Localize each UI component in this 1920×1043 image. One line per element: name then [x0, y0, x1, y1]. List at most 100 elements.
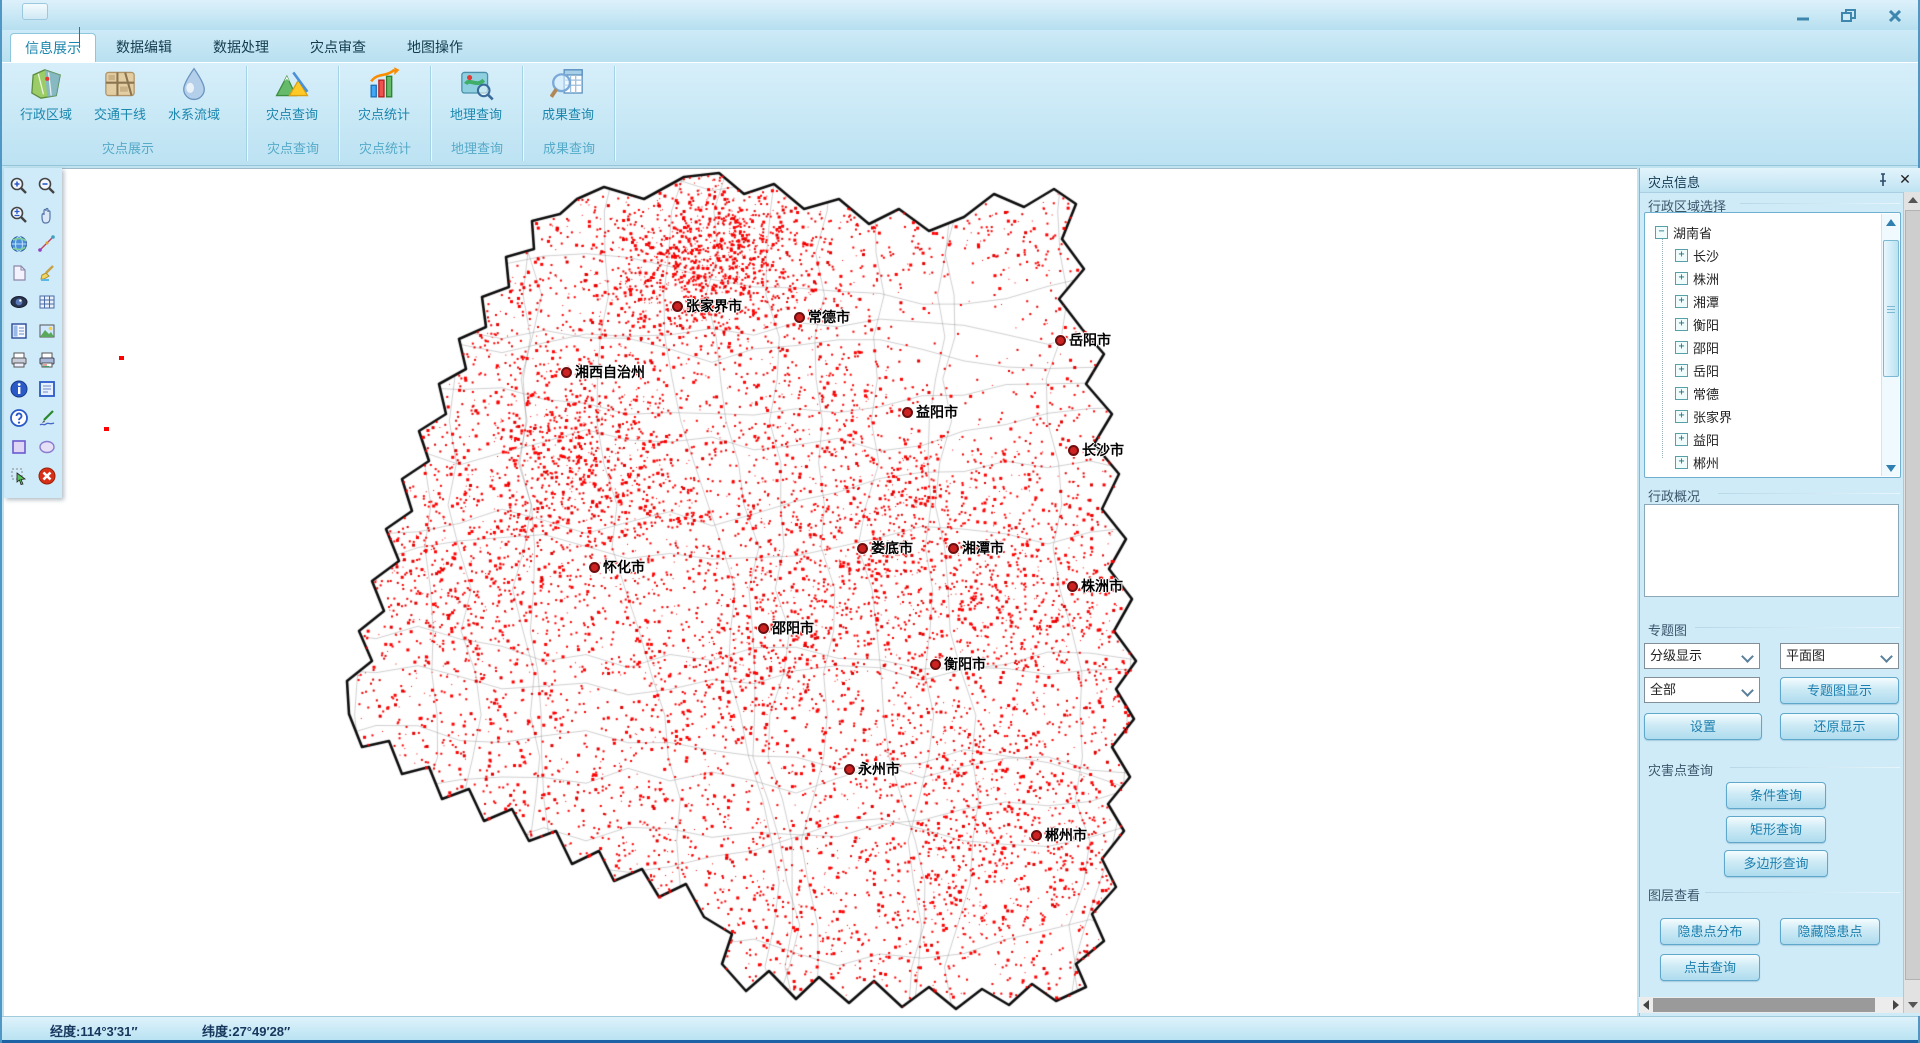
scroll-right-icon[interactable] — [1889, 997, 1903, 1013]
expand-icon[interactable]: + — [1675, 364, 1688, 377]
settings-button[interactable]: 设置 — [1644, 713, 1762, 740]
pan-tool[interactable] — [33, 200, 61, 229]
signature-pen-tool[interactable] — [33, 403, 61, 432]
ribbon-button-point-query[interactable]: 灾点查询 — [256, 64, 328, 138]
tree-node-root[interactable]: −湖南省 — [1655, 221, 1712, 243]
tree-node-city[interactable]: +邵阳 — [1675, 336, 1719, 358]
rect-select-tool[interactable] — [5, 432, 33, 461]
panel-vertical-scrollbar[interactable] — [1903, 192, 1920, 1013]
ribbon-button-geo-query[interactable]: 地理查询 — [440, 64, 512, 138]
ribbon-separator — [246, 66, 247, 161]
tab-data-process[interactable]: 数据处理 — [198, 33, 284, 62]
zoom-out-tool[interactable] — [33, 171, 61, 200]
tree-node-city[interactable]: +湘潭 — [1675, 290, 1719, 312]
map-type-combo[interactable]: 平面图 — [1780, 643, 1899, 669]
ribbon-button-label: 灾点统计 — [348, 104, 420, 123]
hazard-distribution-button[interactable]: 隐患点分布 — [1660, 918, 1760, 945]
image-export-tool[interactable] — [33, 316, 61, 345]
paint-brush-tool[interactable] — [33, 258, 61, 287]
ribbon-button-point-stats[interactable]: 灾点统计 — [348, 64, 420, 138]
scroll-down-icon[interactable] — [1882, 460, 1899, 476]
tree-node-city[interactable]: +岳阳 — [1675, 359, 1719, 381]
print-color-tool[interactable] — [33, 345, 61, 374]
collapse-icon[interactable]: − — [1655, 226, 1668, 239]
expand-icon[interactable]: + — [1675, 295, 1688, 308]
minimize-button[interactable] — [1788, 6, 1818, 26]
click-query-button[interactable]: 点击查询 — [1660, 954, 1760, 981]
tab-map-operate[interactable]: 地图操作 — [392, 33, 478, 62]
pointer-select-tool[interactable] — [5, 461, 33, 490]
level-display-combo[interactable]: 分级显示 — [1644, 643, 1760, 669]
thematic-show-button[interactable]: 专题图显示 — [1780, 677, 1899, 704]
city-marker-icon — [844, 764, 855, 775]
delete-tool[interactable] — [33, 461, 61, 490]
ribbon-button-result-query[interactable]: 成果查询 — [532, 64, 604, 138]
close-window-button[interactable] — [1880, 6, 1910, 26]
framed-window-tool[interactable] — [33, 374, 61, 403]
print-tool[interactable] — [5, 345, 33, 374]
overview-textbox[interactable] — [1644, 504, 1899, 597]
expand-icon[interactable]: + — [1675, 318, 1688, 331]
scope-combo[interactable]: 全部 — [1644, 677, 1760, 703]
tab-point-review[interactable]: 灾点审查 — [295, 33, 381, 62]
condition-query-button[interactable]: 条件查询 — [1726, 782, 1826, 809]
expand-icon[interactable]: + — [1675, 410, 1688, 423]
region-tree: −湖南省 +长沙 +株洲 +湘潭 +衡阳 +邵阳 +岳阳 +常德 +张家界 +益… — [1644, 212, 1901, 478]
reset-display-button[interactable]: 还原显示 — [1780, 713, 1899, 740]
help-tool[interactable] — [5, 403, 33, 432]
scroll-thumb[interactable] — [1883, 240, 1899, 377]
panel-horizontal-scrollbar[interactable] — [1639, 997, 1903, 1013]
bar-chart-icon — [366, 66, 402, 102]
eye-tool[interactable] — [5, 287, 33, 316]
tree-scrollbar[interactable] — [1881, 214, 1899, 476]
tree-node-city[interactable]: +郴州 — [1675, 451, 1719, 473]
title-bar — [2, 0, 1918, 30]
ribbon-button-traffic[interactable]: 交通干线 — [84, 64, 156, 138]
tree-node-city[interactable]: +株洲 — [1675, 267, 1719, 289]
quick-access-box[interactable] — [22, 3, 48, 20]
tree-node-city[interactable]: +长沙 — [1675, 244, 1719, 266]
text-caret — [79, 27, 80, 48]
expand-icon[interactable]: + — [1675, 272, 1688, 285]
scroll-down-icon[interactable] — [1904, 997, 1920, 1013]
tree-node-city[interactable]: +常德 — [1675, 382, 1719, 404]
tree-node-city[interactable]: +衡阳 — [1675, 313, 1719, 335]
scroll-left-icon[interactable] — [1639, 997, 1653, 1013]
rectangle-query-button[interactable]: 矩形查询 — [1726, 816, 1826, 843]
tree-node-city[interactable]: +张家界 — [1675, 405, 1732, 427]
close-icon[interactable]: ✕ — [1896, 170, 1914, 188]
water-drop-icon — [176, 66, 212, 102]
ribbon-group-label: 灾点展示 — [10, 138, 246, 157]
grid-table-tool[interactable] — [33, 287, 61, 316]
scroll-up-icon[interactable] — [1904, 192, 1920, 208]
globe-tool[interactable] — [5, 229, 33, 258]
section-line — [1695, 627, 1900, 628]
blank-page-tool[interactable] — [5, 258, 33, 287]
tab-info-display[interactable]: 信息展示 — [10, 33, 96, 62]
scroll-thumb[interactable] — [1905, 210, 1920, 980]
expand-icon[interactable]: + — [1675, 387, 1688, 400]
restore-button[interactable] — [1834, 6, 1864, 26]
ribbon-button-region[interactable]: 行政区域 — [10, 64, 82, 138]
ellipse-select-tool[interactable] — [33, 432, 61, 461]
expand-icon[interactable]: + — [1675, 249, 1688, 262]
scroll-thumb[interactable] — [1653, 998, 1875, 1012]
section-line — [1705, 892, 1900, 893]
expand-icon[interactable]: + — [1675, 456, 1688, 469]
zoom-extent-tool[interactable] — [5, 200, 33, 229]
pin-icon[interactable] — [1874, 171, 1892, 189]
map-viewport: 张家界市常德市岳阳市湘西自治州益阳市长沙市娄底市湘潭市株洲市怀化市邵阳市衡阳市永… — [4, 168, 1637, 1016]
scroll-up-icon[interactable] — [1882, 214, 1899, 230]
tree-node-city[interactable]: +益阳 — [1675, 428, 1719, 450]
ribbon-button-water[interactable]: 水系流域 — [158, 64, 230, 138]
ribbon-button-label: 行政区域 — [10, 104, 82, 123]
tab-data-edit[interactable]: 数据编辑 — [101, 33, 187, 62]
zoom-in-tool[interactable] — [5, 171, 33, 200]
hide-hazard-button[interactable]: 隐藏隐患点 — [1780, 918, 1880, 945]
measure-line-tool[interactable] — [33, 229, 61, 258]
polygon-query-button[interactable]: 多边形查询 — [1724, 850, 1828, 877]
expand-icon[interactable]: + — [1675, 433, 1688, 446]
expand-icon[interactable]: + — [1675, 341, 1688, 354]
info-tool[interactable] — [5, 374, 33, 403]
layout-window-tool[interactable] — [5, 316, 33, 345]
